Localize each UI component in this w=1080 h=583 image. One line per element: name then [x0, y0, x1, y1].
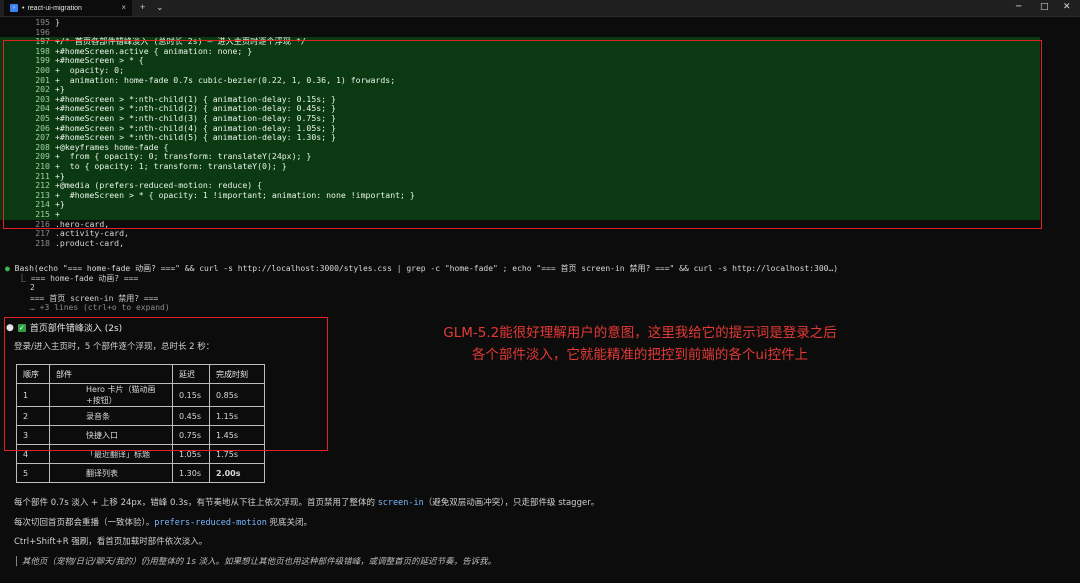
para1-text-b: （避免双层动画冲突），只走部件级 stagger。: [423, 498, 600, 508]
para2-text-a: 每次切回首页都会重播（一致体验）。: [14, 518, 155, 528]
red-annotation-text: GLM-5.2能很好理解用户的意图，这里我给它的提示词是登录之后各个部件淡入，它…: [443, 325, 837, 363]
table-row: 5 翻译列表 1.30s 2.00s: [16, 463, 265, 483]
result-paragraph-4: │ 其他页（宠物/日记/聊天/我的）仍用整体的 1s 淡入。如果想让其他页也用这…: [14, 557, 497, 567]
para1-code: screen-in: [377, 498, 424, 508]
highlight-box-diff: [3, 40, 1042, 229]
para2-code: prefers-reduced-motion: [154, 518, 267, 528]
terminal-icon: ›: [10, 4, 18, 12]
bash-command: Bash(echo "=== home-fade 动画? ===" && cur…: [14, 264, 839, 273]
cell-finish: 2.00s: [209, 463, 265, 483]
code-text: .product-card,: [55, 237, 125, 248]
diff-line-context: 218 .product-card,: [0, 237, 1040, 249]
tab-dot: •: [22, 4, 25, 12]
new-tab-button[interactable]: +: [140, 2, 145, 12]
para1-text-a: 每个部件 0.7s 淡入 + 上移 24px，错峰 0.3s，有节奏地从下往上依…: [14, 498, 378, 508]
minimize-button[interactable]: ─: [1016, 2, 1021, 12]
diff-line-context: 217 .activity-card,: [0, 229, 1040, 239]
result-paragraph-1: 每个部件 0.7s 淡入 + 上移 24px，错峰 0.3s，有节奏地从下往上依…: [14, 496, 599, 508]
result-paragraph-3: Ctrl+Shift+R 强刷，看首页加载时部件依次淡入。: [14, 537, 208, 547]
title-bar: › • react-ui-migration × + ⌄ ─ □ ✕: [0, 0, 1080, 17]
line-number: 218: [35, 237, 50, 248]
close-window-button[interactable]: ✕: [1063, 2, 1071, 12]
result-paragraph-2: 每次切回首页都会重播（一致体验）。prefers-reduced-motion …: [14, 516, 312, 528]
tab-title: react-ui-migration: [27, 4, 82, 12]
cell-order: 5: [16, 463, 50, 483]
highlight-box-result: [4, 317, 328, 451]
close-tab-icon[interactable]: ×: [121, 3, 126, 12]
expand-more-lines[interactable]: … +3 lines (ctrl+o to expand): [30, 303, 170, 312]
diff-line-context: 195}: [0, 17, 1040, 28]
para2-text-b: 兜底关闭。: [266, 518, 313, 528]
bash-output-2: 2: [30, 283, 35, 292]
code-text: }: [55, 17, 60, 27]
cell-delay: 1.30s: [172, 463, 210, 483]
status-bullet-icon: ●: [5, 264, 10, 273]
bash-output-1: ⎿ === home-fade 动画? ===: [18, 274, 139, 283]
cell-component: 翻译列表: [49, 463, 173, 483]
tab-react-ui-migration[interactable]: › • react-ui-migration ×: [4, 0, 132, 16]
maximize-button[interactable]: □: [1040, 2, 1049, 12]
tab-dropdown-button[interactable]: ⌄: [156, 2, 164, 13]
